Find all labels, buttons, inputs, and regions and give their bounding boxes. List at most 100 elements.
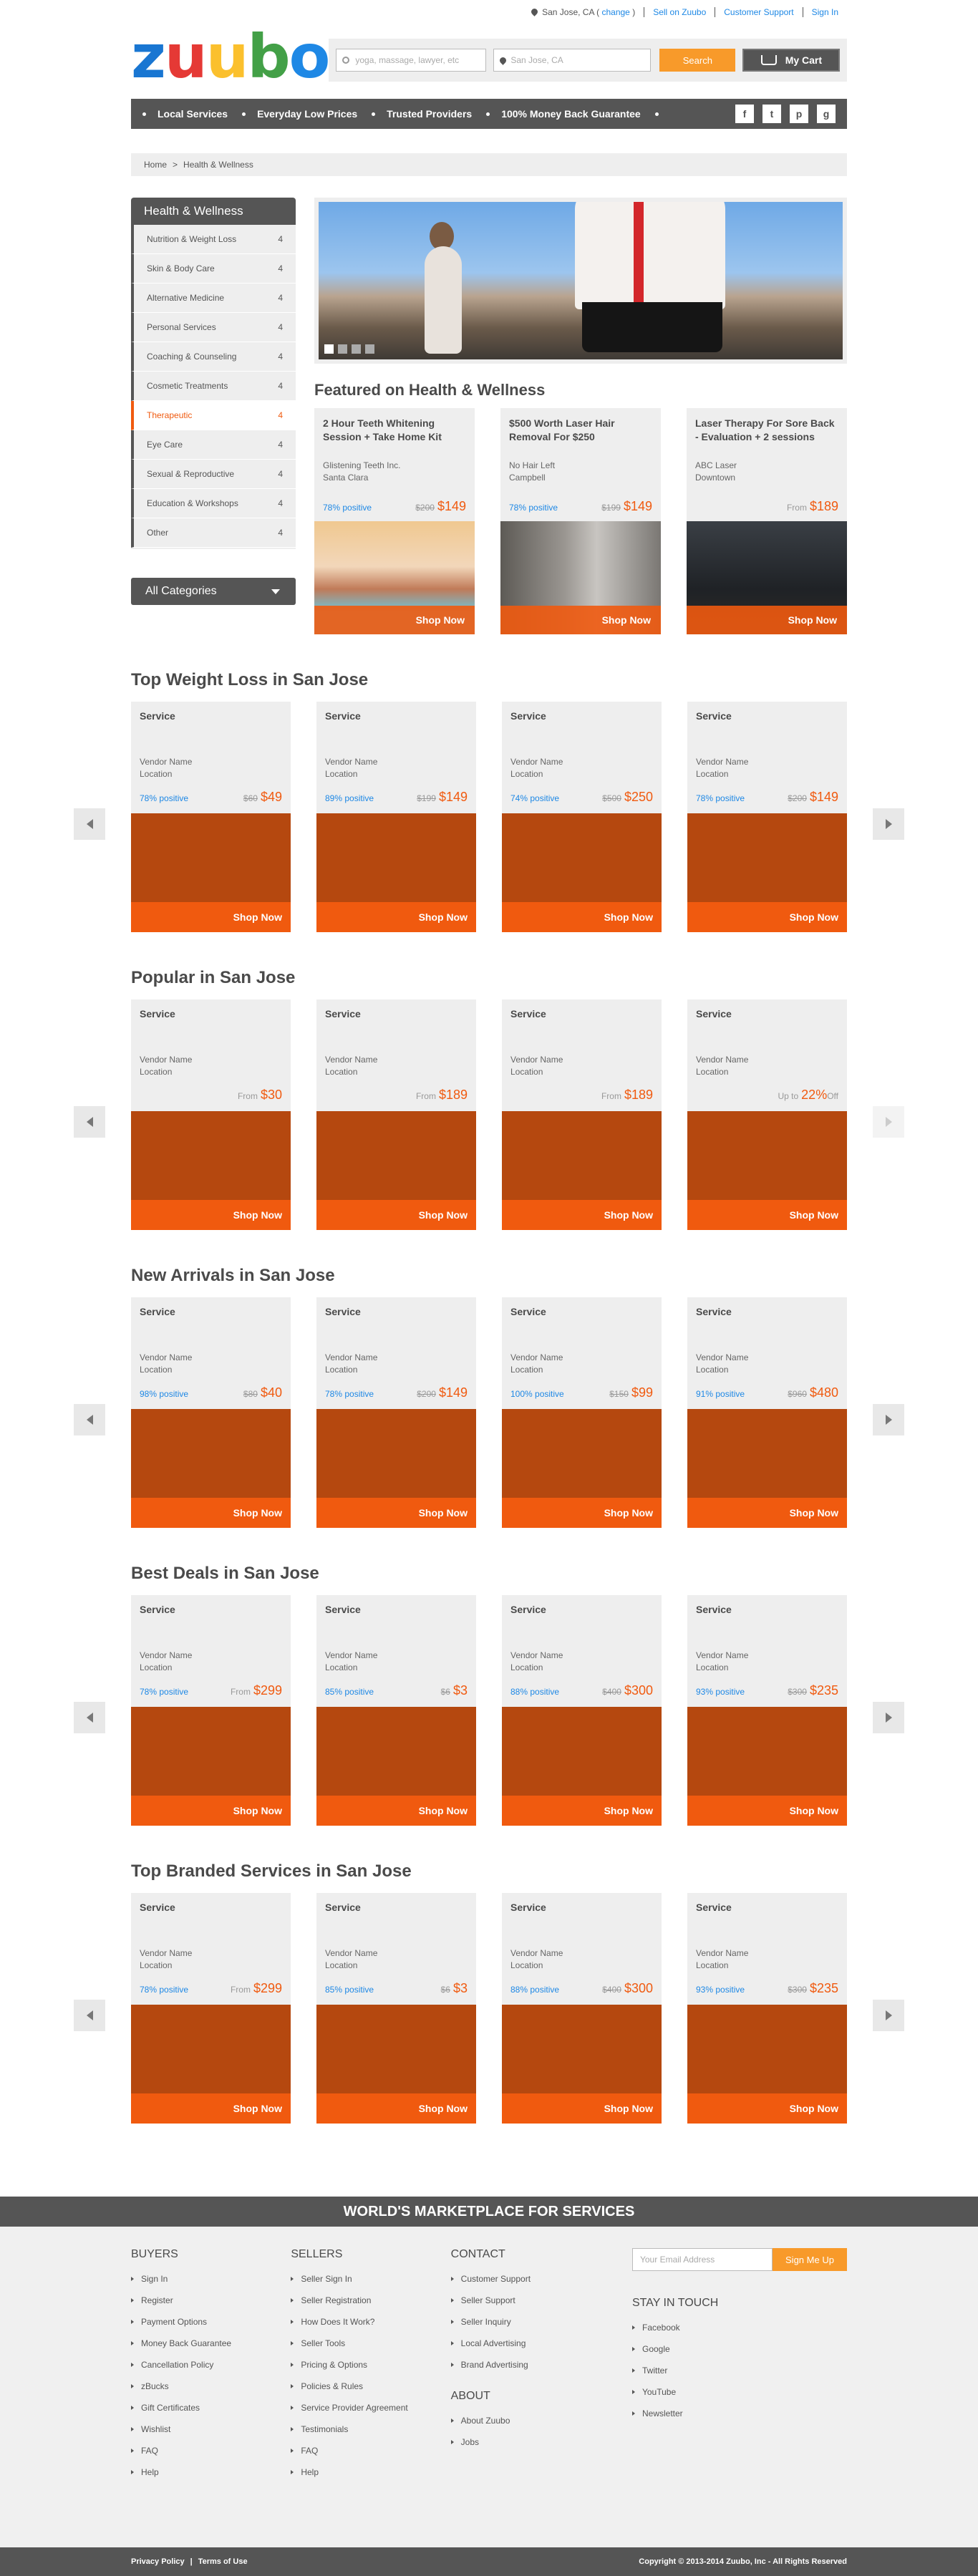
footer-link[interactable]: Cancellation Policy — [131, 2354, 291, 2376]
shop-now-button[interactable]: Shop Now — [502, 1200, 662, 1230]
carousel-prev-button[interactable] — [74, 1106, 105, 1138]
sidebar-item[interactable]: Education & Workshops 4 — [131, 489, 296, 518]
shop-now-button[interactable]: Shop Now — [687, 1796, 847, 1826]
facebook-icon[interactable]: f — [735, 105, 754, 123]
deal-image[interactable] — [687, 1707, 847, 1796]
location-input[interactable]: San Jose, CA — [493, 49, 652, 72]
change-location-link[interactable]: change — [601, 7, 629, 17]
deal-image[interactable] — [687, 813, 847, 902]
footer-link[interactable]: FAQ — [291, 2440, 450, 2461]
shop-now-button[interactable]: Shop Now — [316, 902, 476, 932]
shop-now-button[interactable]: Shop Now — [687, 1200, 847, 1230]
sign-in-link[interactable]: Sign In — [802, 7, 847, 17]
deal-card[interactable]: Service Vendor Name Location 74% positive $5… — [502, 702, 662, 932]
footer-link[interactable]: Money Back Guarantee — [131, 2333, 291, 2354]
social-link[interactable]: Facebook — [632, 2317, 847, 2338]
carousel-next-button[interactable] — [873, 1404, 904, 1435]
deal-image[interactable] — [687, 2005, 847, 2093]
google-plus-icon[interactable]: g — [817, 105, 836, 123]
footer-link[interactable]: FAQ — [131, 2440, 291, 2461]
email-input[interactable]: Your Email Address — [631, 2248, 773, 2271]
carousel-next-button[interactable] — [873, 2000, 904, 2031]
deal-card[interactable]: Service Vendor Name Location From $30 Shop No… — [131, 999, 291, 1230]
pinterest-icon[interactable]: p — [790, 105, 808, 123]
footer-link[interactable]: Brand Advertising — [451, 2354, 611, 2376]
footer-link[interactable]: zBucks — [131, 2376, 291, 2397]
shop-now-button[interactable]: Shop Now — [502, 1796, 662, 1826]
sidebar-item[interactable]: Other 4 — [131, 518, 296, 548]
shop-now-button[interactable]: Shop Now — [316, 1498, 476, 1528]
shop-now-button[interactable]: Shop Now — [314, 606, 475, 634]
featured-card[interactable]: Laser Therapy For Sore Back - Evaluation… — [687, 408, 847, 634]
footer-link[interactable]: Gift Certificates — [131, 2397, 291, 2418]
zuubo-logo[interactable]: zuubo — [131, 26, 330, 87]
footer-link[interactable]: Payment Options — [131, 2311, 291, 2333]
deal-image[interactable] — [131, 813, 291, 902]
footer-link[interactable]: Help — [291, 2461, 450, 2483]
footer-link[interactable]: Seller Inquiry — [451, 2311, 611, 2333]
deal-image[interactable] — [131, 1111, 291, 1200]
search-button[interactable]: Search — [659, 49, 736, 72]
terms-link[interactable]: Terms of Use — [198, 2557, 248, 2566]
shop-now-button[interactable]: Shop Now — [502, 2093, 662, 2124]
deal-image[interactable] — [316, 1111, 476, 1200]
deal-card[interactable]: Service Vendor Name Location 89% positive $1… — [316, 702, 476, 932]
footer-link[interactable]: Jobs — [451, 2431, 611, 2453]
deal-card[interactable]: Service Vendor Name Location 100% positive $… — [502, 1297, 662, 1528]
featured-image[interactable]: Shop Now — [687, 521, 847, 634]
footer-link[interactable]: Seller Support — [451, 2290, 611, 2311]
footer-link[interactable]: Sign In — [131, 2268, 291, 2290]
shop-now-button[interactable]: Shop Now — [131, 902, 291, 932]
hero-carousel[interactable] — [314, 198, 847, 364]
twitter-icon[interactable]: t — [762, 105, 781, 123]
carousel-prev-button[interactable] — [74, 1702, 105, 1733]
deal-image[interactable] — [502, 1707, 662, 1796]
carousel-next-button[interactable] — [873, 808, 904, 840]
footer-link[interactable]: Local Advertising — [451, 2333, 611, 2354]
footer-link[interactable]: About Zuubo — [451, 2410, 611, 2431]
footer-link[interactable]: Wishlist — [131, 2418, 291, 2440]
deal-image[interactable] — [316, 2005, 476, 2093]
deal-image[interactable] — [316, 1707, 476, 1796]
footer-link[interactable]: Seller Sign In — [291, 2268, 450, 2290]
carousel-dot[interactable] — [338, 344, 347, 354]
sidebar-item[interactable]: Cosmetic Treatments 4 — [131, 372, 296, 401]
footer-link[interactable]: Help — [131, 2461, 291, 2483]
sidebar-item[interactable]: Personal Services 4 — [131, 313, 296, 342]
footer-link[interactable]: Seller Tools — [291, 2333, 450, 2354]
deal-card[interactable]: Service Vendor Name Location 85% positive $6… — [316, 1893, 476, 2124]
customer-support-link[interactable]: Customer Support — [715, 7, 802, 17]
search-input[interactable]: yoga, massage, lawyer, etc — [336, 49, 487, 72]
shop-now-button[interactable]: Shop Now — [131, 1498, 291, 1528]
sidebar-item[interactable]: Skin & Body Care 4 — [131, 254, 296, 284]
deal-card[interactable]: Service Vendor Name Location 91% positive $9… — [687, 1297, 847, 1528]
deal-image[interactable] — [131, 1707, 291, 1796]
social-link[interactable]: YouTube — [632, 2381, 847, 2403]
sidebar-item[interactable]: Eye Care 4 — [131, 430, 296, 460]
deal-card[interactable]: Service Vendor Name Location 98% positive $8… — [131, 1297, 291, 1528]
shop-now-button[interactable]: Shop Now — [687, 902, 847, 932]
shop-now-button[interactable]: Shop Now — [316, 1796, 476, 1826]
deal-card[interactable]: Service Vendor Name Location 78% positive $6… — [131, 702, 291, 932]
deal-image[interactable] — [131, 1409, 291, 1498]
deal-card[interactable]: Service Vendor Name Location From $189 Shop N… — [502, 999, 662, 1230]
my-cart-button[interactable]: My Cart — [742, 49, 841, 72]
footer-link[interactable]: Service Provider Agreement — [291, 2397, 450, 2418]
carousel-dot[interactable] — [365, 344, 374, 354]
deal-image[interactable] — [502, 813, 662, 902]
shop-now-button[interactable]: Shop Now — [316, 1200, 476, 1230]
social-link[interactable]: Newsletter — [632, 2403, 847, 2424]
footer-link[interactable]: Pricing & Options — [291, 2354, 450, 2376]
sell-on-zuubo-link[interactable]: Sell on Zuubo — [644, 7, 715, 17]
deal-card[interactable]: Service Vendor Name Location 78% positive $2… — [687, 702, 847, 932]
shop-now-button[interactable]: Shop Now — [502, 1498, 662, 1528]
footer-link[interactable]: Register — [131, 2290, 291, 2311]
featured-image[interactable]: Shop Now — [500, 521, 661, 634]
carousel-prev-button[interactable] — [74, 1404, 105, 1435]
all-categories-dropdown[interactable]: All Categories — [131, 578, 296, 605]
sidebar-item[interactable]: Sexual & Reproductive 4 — [131, 460, 296, 489]
privacy-policy-link[interactable]: Privacy Policy — [131, 2557, 185, 2566]
footer-link[interactable]: Testimonials — [291, 2418, 450, 2440]
carousel-next-button[interactable] — [873, 1106, 904, 1138]
deal-card[interactable]: Service Vendor Name Location From $189 Shop N… — [316, 999, 476, 1230]
